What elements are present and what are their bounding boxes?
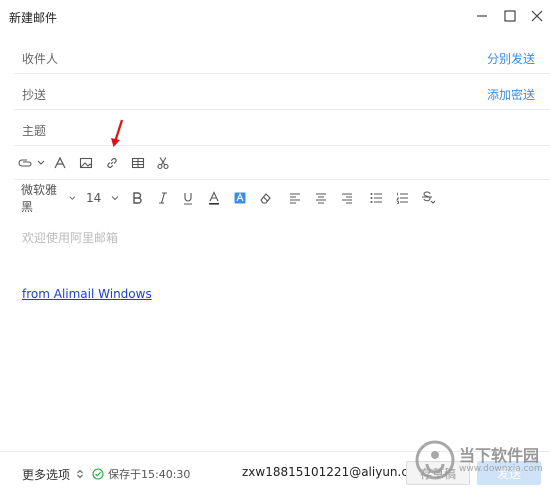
font-size-value: 14 [86, 191, 102, 205]
add-bcc-link[interactable]: 添加密送 [487, 86, 535, 103]
bulleted-list-button[interactable] [370, 182, 383, 214]
bold-button[interactable] [131, 182, 143, 214]
minimize-button[interactable] [472, 6, 492, 26]
maximize-button[interactable] [500, 6, 520, 26]
close-icon [531, 10, 543, 22]
signature-link[interactable]: from Alimail Windows [22, 287, 152, 301]
eraser-icon [260, 193, 271, 204]
save-status: 保存于15:40:30 [92, 466, 190, 482]
highlight-button[interactable] [234, 182, 246, 214]
insert-link-button[interactable] [103, 146, 121, 180]
align-center-button[interactable] [315, 182, 327, 214]
chevron-down-icon [111, 196, 119, 201]
watermark-url: www.downxia.com [459, 464, 543, 474]
subject-field[interactable]: 主题 [0, 110, 550, 146]
align-left-button[interactable] [289, 182, 301, 214]
insert-image-button[interactable] [77, 146, 95, 180]
editor-placeholder: 欢迎使用阿里邮箱 [22, 231, 119, 245]
close-button[interactable] [527, 6, 547, 26]
chevron-down-icon [69, 196, 76, 200]
text-color-icon [209, 191, 219, 205]
align-right-button[interactable] [341, 182, 353, 214]
font-family-select[interactable]: 微软雅黑 [21, 182, 77, 214]
font-size-select[interactable]: 14 [86, 182, 122, 214]
numbered-list-icon [396, 192, 408, 204]
font-icon [54, 156, 66, 169]
save-status-text: 保存于15:40:30 [108, 468, 191, 481]
numbered-list-button[interactable] [396, 182, 409, 214]
bulleted-list-icon [370, 193, 382, 203]
screenshot-button[interactable] [154, 146, 172, 180]
window-title: 新建邮件 [9, 11, 58, 25]
clear-format-button[interactable] [259, 182, 273, 214]
check-circle-icon [92, 468, 104, 480]
sort-icon [76, 469, 83, 479]
underline-icon [184, 193, 192, 205]
image-icon [79, 157, 93, 169]
align-center-icon [316, 193, 326, 204]
divider [14, 179, 550, 180]
italic-button[interactable] [157, 182, 169, 214]
table-icon [131, 157, 145, 169]
to-label: 收件人 [22, 52, 59, 66]
format-toolbar: 微软雅黑 14 [0, 182, 550, 214]
line-spacing-button[interactable] [421, 182, 435, 214]
align-left-icon [290, 193, 300, 204]
line-spacing-icon [422, 191, 435, 204]
font-family-value: 微软雅黑 [21, 183, 58, 214]
highlight-icon [234, 192, 246, 204]
scissors-icon [157, 157, 169, 170]
more-options-button[interactable]: 更多选项 [22, 466, 84, 483]
attachment-button[interactable] [18, 146, 46, 180]
watermark-name: 当下软件园 [459, 446, 540, 465]
watermark-logo-icon [415, 440, 455, 480]
send-separately-link[interactable]: 分别发送 [487, 50, 535, 67]
to-field[interactable]: 收件人 分别发送 [0, 38, 550, 74]
title-bar: 新建邮件 [0, 0, 550, 32]
minimize-icon [477, 15, 487, 17]
italic-icon [159, 192, 167, 204]
sender-account: zxw18815101221@aliyun.com [242, 465, 427, 479]
bold-icon [133, 192, 142, 204]
annotation-arrow-icon [111, 119, 124, 147]
underline-button[interactable] [182, 182, 194, 214]
link-icon [107, 158, 117, 168]
insert-table-button[interactable] [129, 146, 147, 180]
maximize-icon [504, 10, 516, 22]
attachment-icon [18, 159, 45, 167]
insert-toolbar [0, 146, 550, 180]
message-editor[interactable]: 欢迎使用阿里邮箱 from Alimail Windows [0, 216, 550, 448]
cc-field[interactable]: 抄送 添加密送 [0, 74, 550, 110]
align-right-icon [342, 193, 352, 204]
more-options-label: 更多选项 [22, 468, 71, 482]
subject-label: 主题 [22, 124, 47, 138]
font-button[interactable] [51, 146, 69, 180]
watermark: 当下软件园 www.downxia.com [415, 438, 545, 488]
text-color-button[interactable] [208, 182, 220, 214]
cc-label: 抄送 [22, 88, 47, 102]
